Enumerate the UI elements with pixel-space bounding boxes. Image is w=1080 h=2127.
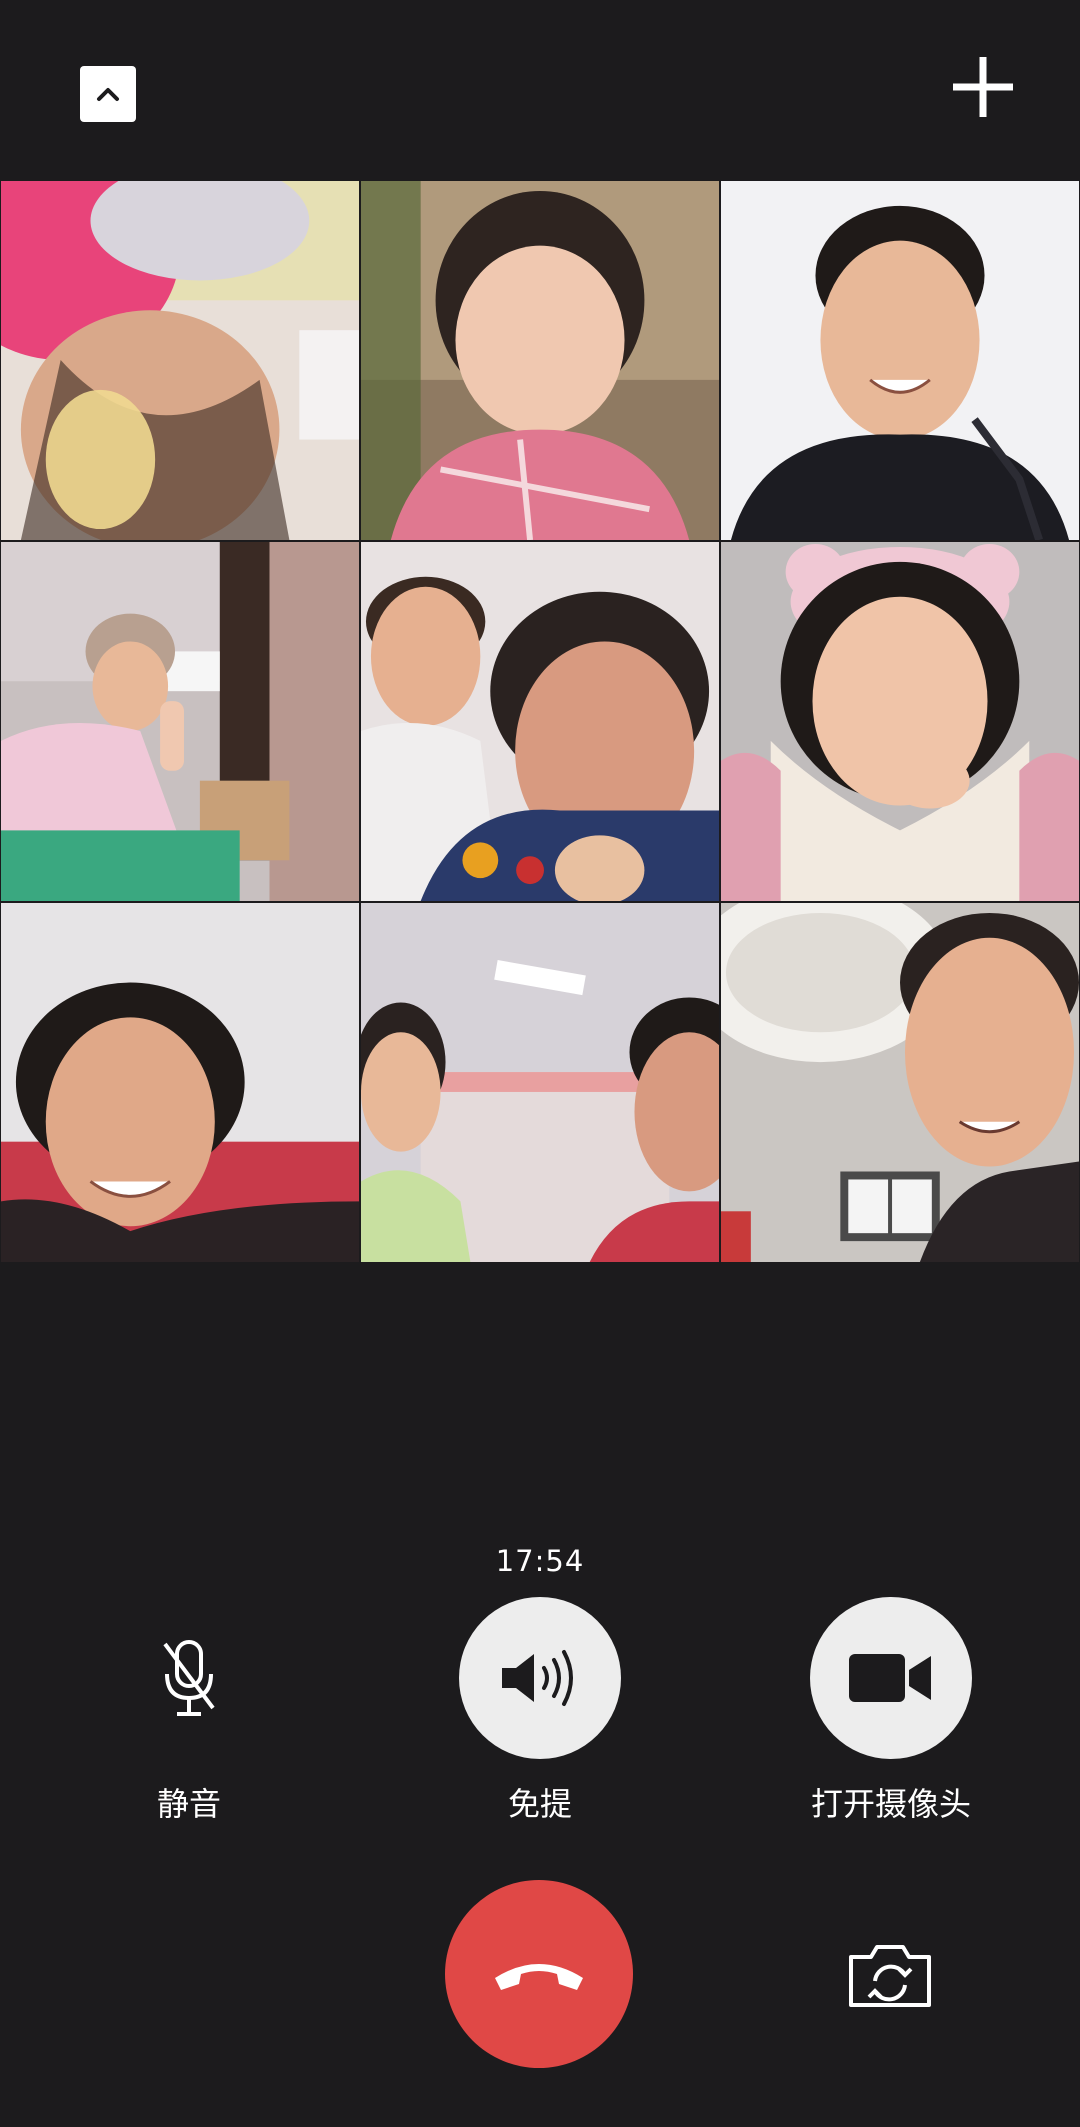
participant-video-tile[interactable] <box>360 541 720 902</box>
participant-video-tile[interactable] <box>0 541 360 902</box>
call-timer: 17:54 <box>495 1544 585 1578</box>
participant-video-tile[interactable] <box>360 902 720 1263</box>
switch-camera-button[interactable] <box>840 1935 940 2015</box>
camera-label: 打开摄像头 <box>810 1785 971 1823</box>
video-grid <box>0 180 1080 1263</box>
collapse-button[interactable] <box>80 66 136 122</box>
participant-video-tile[interactable] <box>720 541 1080 902</box>
participant-video-tile[interactable] <box>0 902 360 1263</box>
participant-video-tile[interactable] <box>0 180 360 541</box>
switch-camera-icon <box>849 1945 931 2007</box>
hang-up-phone-icon <box>495 1964 583 1990</box>
participant-video-frame <box>721 181 1079 540</box>
speaker-label: 免提 <box>507 1785 572 1823</box>
video-camera-icon <box>849 1654 931 1702</box>
camera-button-circle[interactable] <box>810 1597 972 1759</box>
plus-icon <box>953 57 1013 117</box>
participant-video-frame <box>361 903 719 1262</box>
participant-video-frame <box>1 903 359 1262</box>
participant-video-frame <box>721 542 1079 901</box>
participant-video-tile[interactable] <box>360 180 720 541</box>
mute-label: 静音 <box>156 1785 221 1823</box>
hang-up-button[interactable] <box>445 1880 633 2068</box>
participant-video-tile[interactable] <box>720 180 1080 541</box>
mute-button-circle[interactable] <box>108 1597 270 1759</box>
speaker-button[interactable]: 免提 <box>415 1597 665 1825</box>
add-participant-button[interactable] <box>950 54 1016 120</box>
speaker-button-circle[interactable] <box>459 1597 621 1759</box>
participant-video-tile[interactable] <box>720 902 1080 1263</box>
participant-video-frame <box>361 542 719 901</box>
chevron-up-icon <box>97 88 119 101</box>
mute-button[interactable]: 静音 <box>64 1597 314 1825</box>
camera-button[interactable]: 打开摄像头 <box>766 1597 1016 1825</box>
participant-video-frame <box>721 903 1079 1262</box>
participant-video-frame <box>1 181 359 540</box>
participant-video-frame <box>361 181 719 540</box>
participant-video-frame <box>1 542 359 901</box>
microphone-off-icon <box>163 1640 215 1716</box>
speaker-icon <box>502 1650 573 1706</box>
